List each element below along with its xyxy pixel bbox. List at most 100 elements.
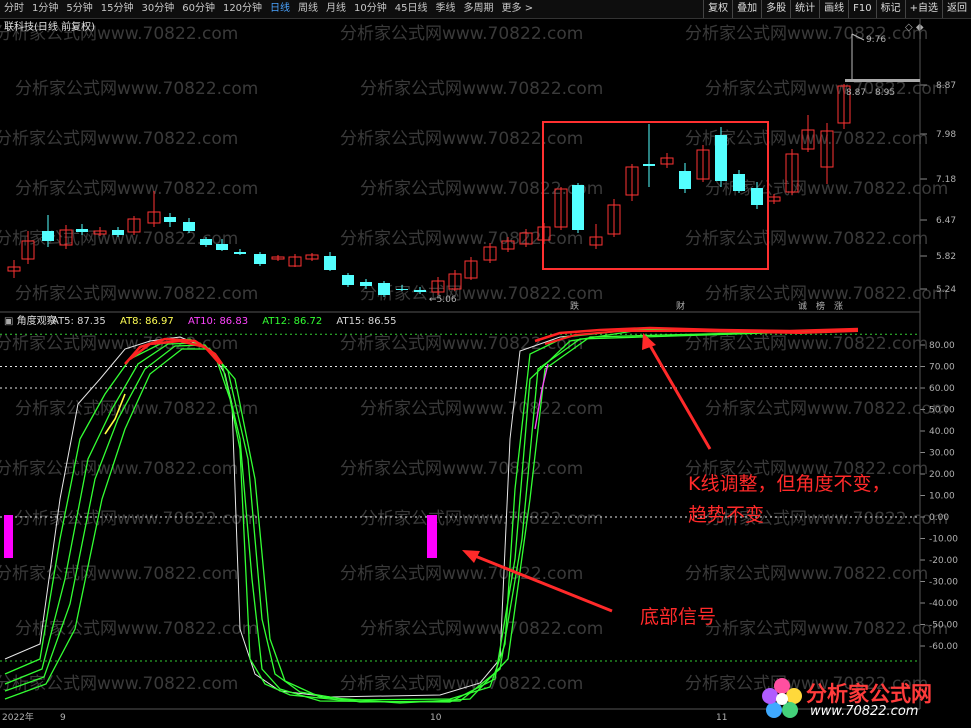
candle-body — [414, 290, 426, 292]
candle[interactable] — [271, 255, 285, 261]
candle[interactable] — [378, 281, 390, 297]
watermark-text: 分析家公式网www.70822.com — [360, 619, 603, 639]
toolbar-button-2[interactable]: 多股 — [761, 0, 790, 18]
indicator-axis-label: -60.00 — [929, 642, 958, 652]
period-tab-1[interactable]: 1分钟 — [28, 0, 62, 18]
candle[interactable] — [679, 163, 691, 193]
right-tool-buttons: 复权 叠加 多股 统计 画线 F10 标记 +自选 返回 — [703, 0, 971, 18]
indicator-axis-label: 20.00 — [929, 470, 955, 480]
period-tab-2[interactable]: 5分钟 — [62, 0, 96, 18]
period-tab-9[interactable]: 月线 — [322, 0, 350, 18]
toolbar-button-6[interactable]: 标记 — [875, 0, 905, 18]
candle[interactable] — [127, 216, 141, 235]
toolbar-button-7[interactable]: +自选 — [904, 0, 942, 18]
period-tab-12[interactable]: 季线 — [432, 0, 460, 18]
candle[interactable] — [254, 252, 266, 266]
price-axis-label: 7.98 — [936, 130, 956, 140]
annotation-bottom-signal: 底部信号 — [640, 606, 716, 628]
period-tab-5[interactable]: 60分钟 — [178, 0, 219, 18]
indicator-axis-label: -50.00 — [929, 621, 958, 631]
period-tab-6[interactable]: 120分钟 — [219, 0, 266, 18]
period-tab-8[interactable]: 周线 — [294, 0, 322, 18]
watermark-text: 分析家公式网www.70822.com — [340, 229, 583, 249]
toolbar-button-0[interactable]: 复权 — [703, 0, 732, 18]
brand-logo: 分析家公式网 www.70822.com — [758, 674, 963, 724]
watermark-text: 分析家公式网www.70822.com — [340, 129, 583, 149]
watermark-text: 分析家公式网www.70822.com — [0, 334, 238, 354]
indicator-axis-label: -10.00 — [929, 535, 958, 545]
candle[interactable] — [607, 199, 621, 237]
indicator-axis-label: -30.00 — [929, 578, 958, 588]
annotation-trend-line1: K线调整，但角度不变， — [688, 473, 890, 495]
indicator-name: 角度观察 — [17, 314, 57, 327]
low-marker-label: ←5.06 — [429, 295, 457, 305]
indicator-axis-label: 50.00 — [929, 406, 955, 416]
candle-body — [643, 164, 655, 166]
signal-tag-2: 诚 — [798, 300, 807, 312]
signal-tag-3: 榜 — [816, 300, 825, 312]
toolbar-button-4[interactable]: 画线 — [819, 0, 848, 18]
candle[interactable] — [234, 249, 246, 255]
period-tab-11[interactable]: 45日线 — [391, 0, 432, 18]
watermark-text: 分析家公式网www.70822.com — [685, 564, 928, 584]
candle[interactable] — [305, 253, 319, 261]
toolbar-button-3[interactable]: 统计 — [790, 0, 819, 18]
watermark-text: 分析家公式网www.70822.com — [15, 284, 258, 304]
date-label-oct: 10 — [430, 713, 442, 723]
candle[interactable] — [342, 273, 354, 287]
candle[interactable] — [660, 153, 674, 168]
toolbar-button-8[interactable]: 返回 — [942, 0, 971, 18]
candle[interactable] — [696, 145, 710, 182]
period-tab-3[interactable]: 15分钟 — [97, 0, 138, 18]
watermark-text: 分析家公式网www.70822.com — [360, 79, 603, 99]
toolbar-button-1[interactable]: 叠加 — [732, 0, 761, 18]
bottom-signal-bar-1 — [4, 515, 13, 558]
candle-body — [378, 283, 390, 295]
candle[interactable] — [643, 124, 655, 187]
indicator-axis-label: -20.00 — [929, 556, 958, 566]
annotation-trend-line2: 趋势不变 — [688, 504, 764, 526]
watermark-text: 分析家公式网www.70822.com — [0, 459, 238, 479]
candle[interactable] — [733, 170, 745, 193]
period-tab-10[interactable]: 10分钟 — [350, 0, 391, 18]
price-axis-label: 6.47 — [936, 216, 956, 226]
candle[interactable] — [7, 260, 21, 278]
indicator-axis-label: 60.00 — [929, 384, 955, 394]
candle[interactable] — [572, 183, 584, 233]
indicator-axis-label: 40.00 — [929, 427, 955, 437]
watermark-text: 分析家公式网www.70822.com — [15, 79, 258, 99]
watermark-text: 分析家公式网www.70822.com — [705, 399, 948, 419]
signal-tag-4: 涨 — [834, 301, 843, 312]
labels: 8.87 7.98 7.18 6.47 5.82 5.24 80.00 70.00 60.00 5… — [929, 81, 958, 652]
period-tab-13[interactable]: 多周期 — [460, 0, 498, 18]
period-tab-14[interactable]: 更多 > — [498, 0, 538, 18]
watermark-text: 分析家公式网www.70822.com — [340, 24, 583, 44]
candle[interactable] — [183, 218, 195, 233]
trend-arrow — [646, 341, 712, 450]
candle[interactable] — [164, 213, 176, 227]
candle-body — [360, 282, 372, 286]
candle-body — [112, 230, 124, 235]
indicator-axis-label: -40.00 — [929, 599, 958, 609]
period-tab-0[interactable]: 分时 — [0, 0, 28, 18]
watermark-text: 分析家公式网www.70822.com — [340, 459, 583, 479]
price-range-bar — [845, 79, 920, 82]
watermark-text: 分析家公式网www.70822.com — [685, 24, 928, 44]
candle[interactable] — [715, 127, 727, 187]
watermark-text: 分析家公式网www.70822.com — [0, 564, 238, 584]
period-tab-4[interactable]: 30分钟 — [137, 0, 178, 18]
indicator-value-2: AT10: 86.83 — [188, 316, 248, 327]
candle[interactable] — [288, 254, 302, 267]
period-tab-7[interactable]: 日线 — [266, 0, 294, 18]
candle[interactable] — [464, 257, 478, 280]
candle[interactable] — [625, 164, 639, 201]
watermark-text: 分析家公式网www.70822.com — [15, 509, 258, 529]
price-range-label: 8.87 - 8.95 — [846, 88, 895, 98]
candle[interactable] — [589, 224, 603, 249]
toolbar-button-5[interactable]: F10 — [848, 0, 875, 18]
watermark-text: 分析家公式网www.70822.com — [360, 284, 603, 304]
panel-diamond-icon[interactable]: ◇ ◆ — [905, 22, 924, 33]
price-axis-label: 5.24 — [936, 285, 956, 295]
candle-body — [183, 222, 195, 231]
candle[interactable] — [324, 252, 336, 271]
